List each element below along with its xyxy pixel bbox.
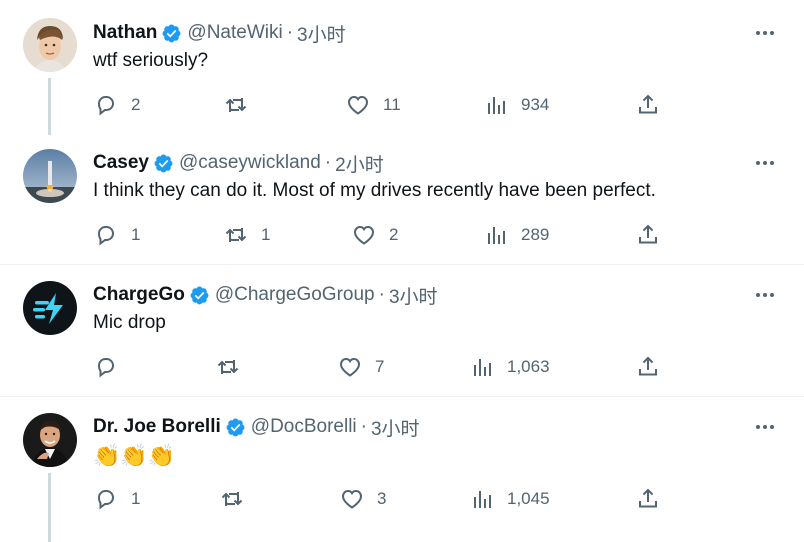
author-name[interactable]: Nathan <box>93 22 157 44</box>
more-icon[interactable] <box>754 284 776 306</box>
retweet-icon <box>225 98 247 112</box>
tweet-actions: 7 1,063 <box>0 354 804 380</box>
like-button[interactable]: 11 <box>346 92 401 118</box>
verified-badge-icon <box>190 286 209 304</box>
author-name[interactable]: Casey <box>93 152 149 174</box>
reply-icon <box>97 490 115 510</box>
views-icon <box>474 359 491 376</box>
timestamp[interactable]: 3小时 <box>371 414 420 441</box>
like-count: 11 <box>383 95 401 114</box>
separator-dot: · <box>378 284 385 305</box>
views-button[interactable]: 1,045 <box>470 486 550 512</box>
retweet-button[interactable] <box>224 92 261 118</box>
reply-button[interactable]: 2 <box>94 92 140 118</box>
more-icon[interactable] <box>754 22 776 44</box>
like-button[interactable]: 2 <box>352 222 398 248</box>
heart-icon <box>353 225 375 245</box>
tweet-header: Casey @caseywickland · 2小时 <box>93 150 384 176</box>
tweet-text: 👏👏👏 <box>93 443 176 468</box>
tweet-header: ChargeGo @ChargeGoGroup · 3小时 <box>93 282 438 308</box>
tweet-nathan[interactable]: Nathan @NateWiki · 3小时 wtf seriously? 2 … <box>0 0 804 135</box>
tweet-actions: 2 11 934 <box>0 92 804 118</box>
share-button[interactable] <box>636 222 660 248</box>
views-icon <box>488 227 505 244</box>
reply-count: 1 <box>131 225 141 244</box>
verified-badge-icon <box>154 154 173 172</box>
views-icon <box>474 491 491 508</box>
heart-icon <box>341 489 363 509</box>
tweet-text: wtf seriously? <box>93 50 209 71</box>
views-count: 289 <box>521 225 550 244</box>
share-icon <box>639 94 657 114</box>
like-count: 2 <box>389 225 399 244</box>
separator-dot: · <box>324 152 332 173</box>
tweet-header: Nathan @NateWiki · 3小时 <box>93 20 346 46</box>
author-handle[interactable]: @ChargeGoGroup <box>215 284 375 306</box>
like-count: 7 <box>375 357 385 376</box>
author-name[interactable]: ChargeGo <box>93 284 185 306</box>
verified-badge-icon <box>226 418 245 436</box>
views-button[interactable]: 1,063 <box>470 354 550 380</box>
more-icon[interactable] <box>754 152 776 174</box>
views-button[interactable]: 934 <box>484 92 549 118</box>
retweet-count: 1 <box>261 225 271 244</box>
tweet-chargego[interactable]: ChargeGo @ChargeGoGroup · 3小时 Mic drop 7… <box>0 265 804 396</box>
retweet-button[interactable] <box>216 354 253 380</box>
reply-count: 1 <box>131 489 141 508</box>
retweet-button[interactable]: 1 <box>224 222 270 248</box>
author-handle[interactable]: @NateWiki <box>187 22 282 44</box>
like-count: 3 <box>377 489 387 508</box>
tweet-text: I think they can do it. Most of my drive… <box>93 180 656 201</box>
share-button[interactable] <box>636 92 660 118</box>
author-name[interactable]: Dr. Joe Borelli <box>93 416 221 438</box>
views-count: 1,063 <box>507 357 550 376</box>
separator-dot: · <box>286 22 294 43</box>
retweet-button[interactable] <box>220 486 257 512</box>
author-handle[interactable]: @DocBorelli <box>251 416 357 438</box>
reply-count: 2 <box>131 95 141 114</box>
share-icon <box>639 224 657 244</box>
retweet-icon <box>221 492 243 506</box>
tweet-actions: 1 3 1,045 <box>0 486 804 512</box>
tweet-casey[interactable]: Casey @caseywickland · 2小时 I think they … <box>0 135 804 265</box>
views-icon <box>488 97 505 114</box>
retweet-icon <box>217 360 239 374</box>
reply-icon <box>97 96 115 116</box>
heart-icon <box>347 95 369 115</box>
views-count: 1,045 <box>507 489 550 508</box>
views-count: 934 <box>521 95 550 114</box>
reply-icon <box>97 226 115 246</box>
share-icon <box>639 488 657 508</box>
timestamp[interactable]: 3小时 <box>389 282 438 309</box>
like-button[interactable]: 7 <box>338 354 384 380</box>
reply-button[interactable]: 1 <box>94 222 140 248</box>
reply-button[interactable] <box>94 354 131 380</box>
like-button[interactable]: 3 <box>340 486 386 512</box>
timestamp[interactable]: 3小时 <box>297 20 346 47</box>
avatar[interactable] <box>23 413 77 467</box>
author-handle[interactable]: @caseywickland <box>179 152 321 174</box>
retweet-icon <box>225 228 247 242</box>
tweet-actions: 1 1 2 289 <box>0 222 804 248</box>
avatar[interactable] <box>23 149 77 203</box>
verified-badge-icon <box>162 24 181 42</box>
share-button[interactable] <box>636 354 660 380</box>
tweet-text: Mic drop <box>93 312 166 333</box>
reply-icon <box>97 358 115 378</box>
reply-button[interactable]: 1 <box>94 486 140 512</box>
separator-dot: · <box>360 416 367 437</box>
tweet-header: Dr. Joe Borelli @DocBorelli · 3小时 <box>93 414 420 440</box>
share-icon <box>639 356 657 376</box>
avatar[interactable] <box>23 281 77 335</box>
timestamp[interactable]: 2小时 <box>335 150 384 177</box>
avatar[interactable] <box>23 18 77 72</box>
more-icon[interactable] <box>754 416 776 438</box>
tweet-docborelli[interactable]: Dr. Joe Borelli @DocBorelli · 3小时 👏👏👏 1 … <box>0 397 804 542</box>
views-button[interactable]: 289 <box>484 222 549 248</box>
share-button[interactable] <box>636 486 660 512</box>
heart-icon <box>339 357 361 377</box>
